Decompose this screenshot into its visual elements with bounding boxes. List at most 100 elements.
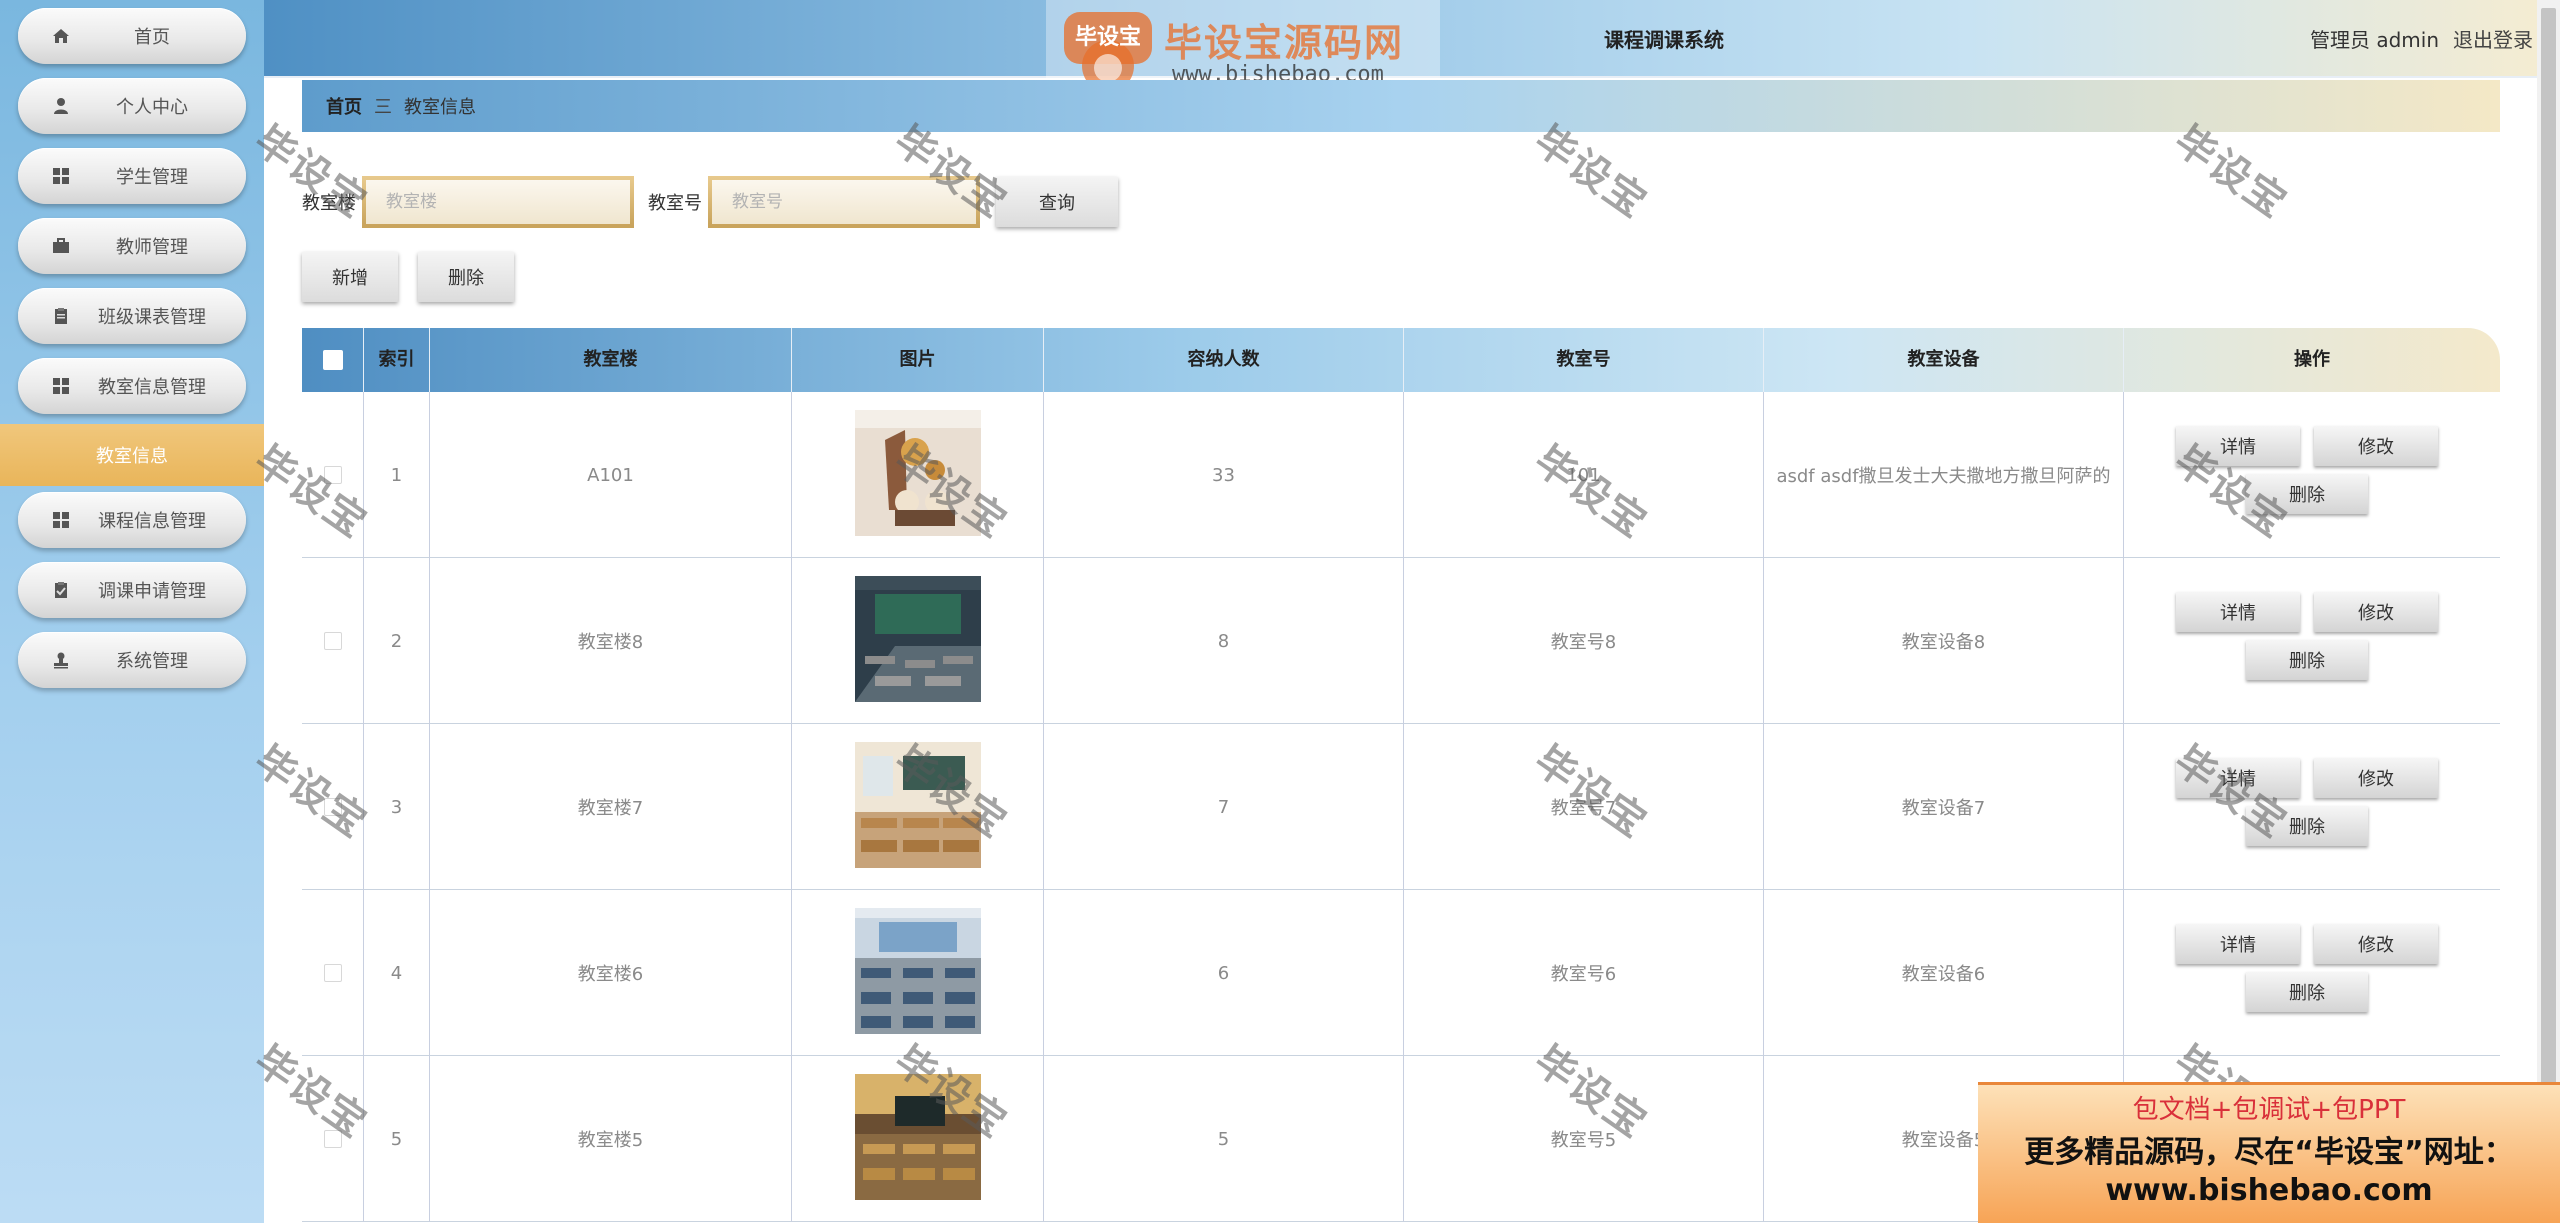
sidebar-subitem-label: 教室信息	[96, 446, 168, 467]
edit-button[interactable]: 修改	[2314, 426, 2438, 466]
cell-operations: 详情 修改 删除	[2124, 392, 2500, 558]
cell-index: 3	[364, 724, 430, 890]
clipboard-icon	[55, 308, 67, 324]
breadcrumb-current: 教室信息	[404, 97, 476, 118]
row-checkbox[interactable]	[323, 466, 342, 484]
cell-image	[792, 890, 1044, 1056]
cell-capacity: 33	[1044, 392, 1404, 558]
row-delete-button[interactable]: 删除	[2246, 972, 2368, 1012]
briefcase-icon	[53, 238, 69, 253]
row-delete-button[interactable]: 删除	[2246, 474, 2368, 514]
classroom-photo[interactable]	[854, 409, 981, 541]
edit-button[interactable]: 修改	[2314, 924, 2438, 964]
edit-button[interactable]: 修改	[2314, 592, 2438, 632]
cell-room: 教室号6	[1404, 890, 1764, 1056]
batch-delete-button[interactable]: 删除	[418, 252, 514, 302]
header-image: 图片	[792, 328, 1044, 392]
cell-building: 教室楼5	[430, 1056, 792, 1222]
table-row: 1 A101 33 101 asdf asdf撒旦发士大夫撒地方撒旦阿萨的 详情…	[302, 392, 2500, 558]
table-row: 3 教室楼7 7 教室号7 教室设备7 详情 修改 删除	[302, 724, 2500, 890]
promo-line-1: 包文档+包调试+包PPT	[2132, 1095, 2406, 1125]
breadcrumb: 首页 三 教室信息	[302, 80, 2500, 132]
home-icon	[53, 29, 69, 43]
scrollbar-thumb[interactable]	[2541, 8, 2556, 1208]
detail-button[interactable]: 详情	[2176, 924, 2300, 964]
sidebar-item-system[interactable]: 系统管理	[18, 632, 246, 688]
system-title: 课程调课系统	[1604, 28, 1724, 52]
cell-index: 4	[364, 890, 430, 1056]
header-capacity: 容纳人数	[1044, 328, 1404, 392]
action-buttons: 新增 删除	[302, 252, 514, 302]
cell-capacity: 8	[1044, 558, 1404, 724]
cell-building: 教室楼6	[430, 890, 792, 1056]
classroom-photo[interactable]	[854, 907, 981, 1039]
grid-icon	[53, 378, 69, 394]
cell-capacity: 7	[1044, 724, 1404, 890]
room-input[interactable]	[708, 176, 980, 228]
row-select-cell	[302, 1056, 364, 1222]
user-area: 管理员 admin 退出登录	[2310, 24, 2533, 53]
classroom-photo[interactable]	[854, 575, 981, 707]
cell-equipment: 教室设备8	[1764, 558, 2124, 724]
cell-room: 教室号5	[1404, 1056, 1764, 1222]
breadcrumb-separator: 三	[374, 97, 392, 118]
stamp-icon	[54, 652, 68, 669]
sidebar-subitem-classroom[interactable]: 教室信息	[0, 424, 264, 486]
classroom-photo[interactable]	[854, 1073, 981, 1205]
row-checkbox[interactable]	[323, 1130, 342, 1148]
sidebar-item-class-schedule[interactable]: 班级课表管理	[18, 288, 246, 344]
cell-index: 2	[364, 558, 430, 724]
page-scrollbar[interactable]	[2537, 0, 2560, 1223]
cell-index: 5	[364, 1056, 430, 1222]
building-input[interactable]	[362, 176, 634, 228]
detail-button[interactable]: 详情	[2176, 592, 2300, 632]
cell-capacity: 5	[1044, 1056, 1404, 1222]
sidebar-item-profile[interactable]: 个人中心	[18, 78, 246, 134]
row-delete-button[interactable]: 删除	[2246, 640, 2368, 680]
cell-image	[792, 558, 1044, 724]
cell-building: 教室楼7	[430, 724, 792, 890]
promo-line-3: www.bishebao.com	[2105, 1173, 2433, 1208]
add-button[interactable]: 新增	[302, 252, 398, 302]
clipboard-check-icon	[55, 582, 67, 598]
detail-button[interactable]: 详情	[2176, 758, 2300, 798]
classroom-photo[interactable]	[854, 741, 981, 873]
user-icon	[54, 98, 68, 114]
cell-image	[792, 1056, 1044, 1222]
row-checkbox[interactable]	[323, 632, 342, 650]
cell-operations: 详情 修改 删除	[2124, 890, 2500, 1056]
search-bar: 教室楼 教室号 查询	[302, 176, 1118, 228]
header-index: 索引	[364, 328, 430, 392]
header-operations: 操作	[2294, 349, 2330, 370]
sidebar-item-teachers[interactable]: 教师管理	[18, 218, 246, 274]
room-label: 教室号	[648, 193, 702, 214]
header-select	[302, 328, 364, 392]
header-equipment: 教室设备	[1764, 328, 2124, 392]
promo-banner[interactable]: 包文档+包调试+包PPT 更多精品源码，尽在“毕设宝”网址： www.bishe…	[1978, 1082, 2560, 1223]
row-delete-button[interactable]: 删除	[2246, 806, 2368, 846]
breadcrumb-home[interactable]: 首页	[326, 93, 362, 119]
cell-room: 101	[1404, 392, 1764, 558]
sidebar-item-courses[interactable]: 课程信息管理	[18, 492, 246, 548]
query-button[interactable]: 查询	[996, 177, 1118, 227]
sidebar-item-home[interactable]: 首页	[18, 8, 246, 64]
cell-operations: 详情 修改 删除	[2124, 724, 2500, 890]
sidebar-item-students[interactable]: 学生管理	[18, 148, 246, 204]
grid-icon	[53, 168, 69, 184]
logout-link[interactable]: 退出登录	[2453, 28, 2533, 52]
cell-image	[792, 392, 1044, 558]
detail-button[interactable]: 详情	[2176, 426, 2300, 466]
sidebar-item-classroom-info[interactable]: 教室信息管理	[18, 358, 246, 414]
table-row: 4 教室楼6 6 教室号6 教室设备6 详情 修改 删除	[302, 890, 2500, 1056]
row-checkbox[interactable]	[323, 798, 342, 816]
cell-image	[792, 724, 1044, 890]
sidebar-item-reschedule[interactable]: 调课申请管理	[18, 562, 246, 618]
header-building: 教室楼	[430, 328, 792, 392]
logo-name: 毕设宝源码网	[1164, 21, 1405, 65]
select-all-checkbox[interactable]	[322, 350, 343, 370]
row-checkbox[interactable]	[323, 964, 342, 982]
row-select-cell	[302, 890, 364, 1056]
edit-button[interactable]: 修改	[2314, 758, 2438, 798]
cell-room: 教室号8	[1404, 558, 1764, 724]
building-label: 教室楼	[302, 193, 356, 214]
